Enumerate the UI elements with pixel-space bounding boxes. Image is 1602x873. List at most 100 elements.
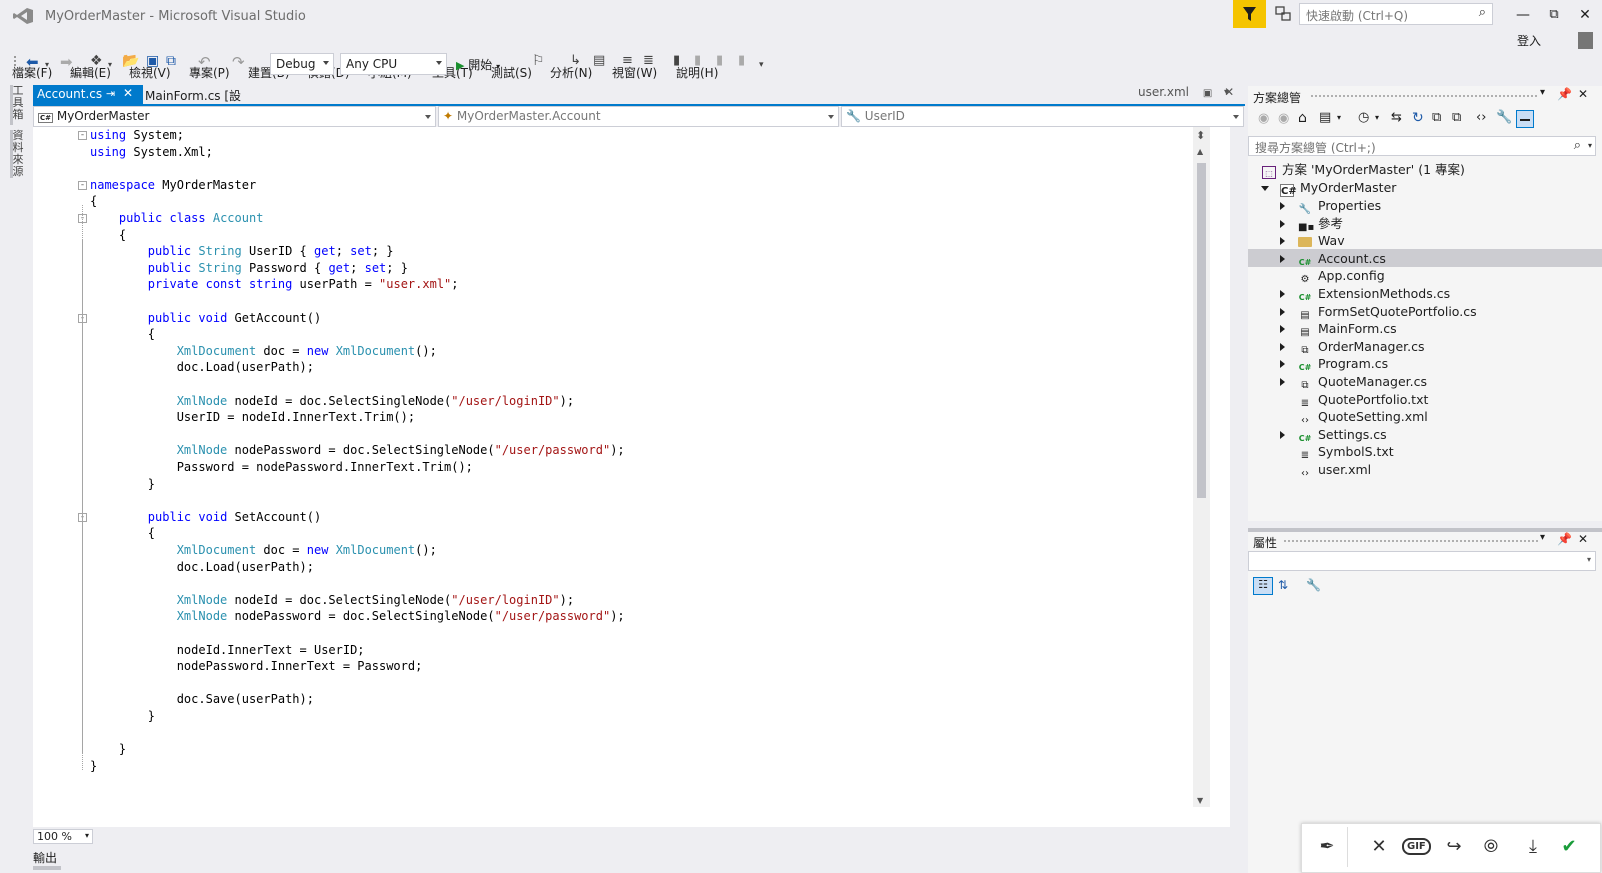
toolbar-overflow-icon[interactable]: ▾ <box>759 60 764 78</box>
tree-item[interactable]: Wav <box>1298 232 1345 250</box>
chevron-down-icon[interactable]: ▾ <box>1337 113 1341 122</box>
property-pages-icon[interactable]: 🔧 <box>1306 578 1321 592</box>
categorized-icon[interactable]: ☷ <box>1253 577 1273 595</box>
expand-arrow-icon[interactable] <box>1280 378 1285 386</box>
fold-toggle-icon[interactable]: - <box>78 131 87 140</box>
code-line[interactable]: public void SetAccount() <box>90 509 321 526</box>
feedback-icon[interactable] <box>1274 5 1292 23</box>
prev-bookmark-icon[interactable]: ▮ <box>694 53 701 71</box>
code-line[interactable]: } <box>90 758 97 775</box>
tree-item[interactable]: ‹› user.xml <box>1298 461 1371 479</box>
tree-item[interactable]: ▤ MainForm.cs <box>1298 320 1396 338</box>
project-node[interactable]: C# MyOrderMaster <box>1280 179 1396 197</box>
alphabetical-sort-icon[interactable]: ⇅ <box>1278 578 1288 592</box>
close-icon[interactable]: ✕ <box>1365 833 1393 861</box>
expand-arrow-icon[interactable] <box>1280 325 1285 334</box>
tab-list-dropdown-icon[interactable]: ▾ <box>1224 87 1229 98</box>
pin-icon[interactable]: 📌 <box>1557 532 1572 546</box>
solution-explorer-search-input[interactable]: 搜尋方案總管 (Ctrl+;) ⌕ ▾ <box>1248 136 1596 156</box>
close-icon[interactable]: ✕ <box>123 86 133 100</box>
code-line[interactable]: { <box>90 227 126 244</box>
minimize-button[interactable]: — <box>1508 4 1538 26</box>
gif-icon[interactable]: GIF <box>1402 833 1431 861</box>
expand-arrow-icon[interactable] <box>1280 307 1285 316</box>
save-icon[interactable]: ▣ <box>146 53 159 71</box>
start-debugging-button[interactable]: ▶ 開始 ▾ <box>456 56 500 74</box>
tree-item[interactable]: C# Account.cs <box>1298 250 1386 268</box>
expand-arrow-icon[interactable] <box>1280 342 1285 351</box>
expand-arrow-icon[interactable] <box>1261 186 1269 191</box>
expand-arrow-icon[interactable] <box>1280 237 1285 246</box>
comment-lines-icon[interactable]: ≡ <box>622 53 633 71</box>
properties-wrench-icon[interactable]: 🔧 <box>1496 110 1512 125</box>
step-icon[interactable]: ↳ <box>570 53 581 71</box>
code-line[interactable]: namespace MyOrderMaster <box>90 177 256 194</box>
preview-selected-items-button[interactable] <box>1516 110 1534 128</box>
code-line[interactable]: UserID = nodeId.InnerText.Trim(); <box>90 409 415 426</box>
properties-object-select[interactable]: ▾ <box>1248 551 1596 571</box>
code-line[interactable]: XmlNode nodeId = doc.SelectSingleNode("/… <box>90 393 574 410</box>
code-editor[interactable]: using System; using System.Xml; namespace … <box>33 127 1230 827</box>
back-icon[interactable]: ◉ <box>1258 111 1269 126</box>
tree-item[interactable]: 🔧 Properties <box>1298 197 1381 215</box>
navigate-back-icon[interactable]: ⬅ <box>26 53 39 71</box>
code-line[interactable]: doc.Load(userPath); <box>90 559 314 576</box>
scroll-down-icon[interactable]: ▼ <box>1197 796 1203 805</box>
split-window-icon[interactable]: ⬍ <box>1196 129 1205 142</box>
solution-platform-select[interactable]: Any CPU <box>340 53 447 75</box>
expand-arrow-icon[interactable] <box>1280 430 1285 439</box>
code-line[interactable]: { <box>90 193 97 210</box>
solution-configuration-select[interactable]: Debug <box>270 53 334 75</box>
sign-in-link[interactable]: 登入 <box>1517 32 1541 49</box>
tree-item[interactable]: ⚙ App.config <box>1298 267 1385 285</box>
code-line[interactable]: doc.Load(userPath); <box>90 359 314 376</box>
code-line[interactable]: Password = nodePassword.InnerText.Trim()… <box>90 459 473 476</box>
redo-icon[interactable]: ↷ <box>232 53 245 71</box>
code-line[interactable]: public String UserID { get; set; } <box>90 243 394 260</box>
uncomment-lines-icon[interactable]: ≣ <box>643 53 654 71</box>
code-line[interactable]: private const string userPath = "user.xm… <box>90 276 459 293</box>
code-line[interactable]: } <box>90 476 155 493</box>
solution-node[interactable]: ⬚ 方案 'MyOrderMaster' (1 專案) <box>1262 161 1465 179</box>
project-navigation-dropdown[interactable]: C# MyOrderMaster <box>33 106 436 127</box>
notification-filter-button[interactable] <box>1233 0 1266 28</box>
find-in-files-icon[interactable]: ⚐ <box>532 53 545 71</box>
collapse-all-icon[interactable]: ⧉ <box>1432 110 1441 125</box>
pen-icon[interactable]: ✒ <box>1313 833 1341 861</box>
forward-icon[interactable]: ◉ <box>1278 111 1289 126</box>
restore-button[interactable]: ⧉ <box>1539 4 1569 26</box>
zoom-level-select[interactable]: 100 % ▾ <box>33 829 93 844</box>
output-panel-tab[interactable]: 輸出 <box>33 849 57 866</box>
code-line[interactable]: doc.Save(userPath); <box>90 691 314 708</box>
expand-arrow-icon[interactable] <box>1280 202 1285 210</box>
next-bookmark-icon[interactable]: ▮ <box>716 53 723 71</box>
data-sources-tab[interactable]: 資料來源 <box>11 130 25 178</box>
share-icon[interactable]: ↪ <box>1440 833 1468 861</box>
scroll-up-icon[interactable]: ▲ <box>1197 147 1203 156</box>
code-line[interactable]: { <box>90 525 155 542</box>
clear-bookmarks-icon[interactable]: ▮ <box>738 53 745 71</box>
code-line[interactable]: public String Password { get; set; } <box>90 260 408 277</box>
expand-arrow-icon[interactable] <box>1280 290 1285 298</box>
quick-launch-input[interactable]: 快速啟動 (Ctrl+Q) ⌕ <box>1299 3 1493 25</box>
close-icon[interactable]: ✕ <box>1578 87 1588 101</box>
panel-menu-icon[interactable]: ▾ <box>1540 87 1545 98</box>
code-line[interactable]: { <box>90 326 155 343</box>
tree-item[interactable]: C# ExtensionMethods.cs <box>1298 285 1450 303</box>
code-line[interactable]: XmlDocument doc = new XmlDocument(); <box>90 343 437 360</box>
confirm-check-icon[interactable]: ✔ <box>1555 833 1583 861</box>
tree-item[interactable]: ≣ SymbolS.txt <box>1298 443 1394 461</box>
code-line[interactable]: XmlDocument doc = new XmlDocument(); <box>90 542 437 559</box>
scrollbar-thumb[interactable] <box>1197 163 1206 498</box>
home-icon[interactable]: ⌂ <box>1298 110 1307 126</box>
code-line[interactable]: } <box>90 741 126 758</box>
undo-icon[interactable]: ↶ <box>198 53 211 71</box>
refresh-icon[interactable]: ↻ <box>1412 110 1424 126</box>
keep-open-icon[interactable]: ▣ <box>1203 88 1212 99</box>
tab-mainform-design[interactable]: MainForm.cs [設計] <box>143 85 258 120</box>
fold-toggle-icon[interactable]: - <box>78 180 87 190</box>
code-line[interactable]: using System.Xml; <box>90 144 213 161</box>
show-all-files-icon[interactable]: ⧉ <box>1452 110 1461 125</box>
tab-account-cs[interactable]: Account.cs ⇥ ✕ <box>33 85 143 105</box>
code-line[interactable]: public void GetAccount() <box>90 310 321 327</box>
